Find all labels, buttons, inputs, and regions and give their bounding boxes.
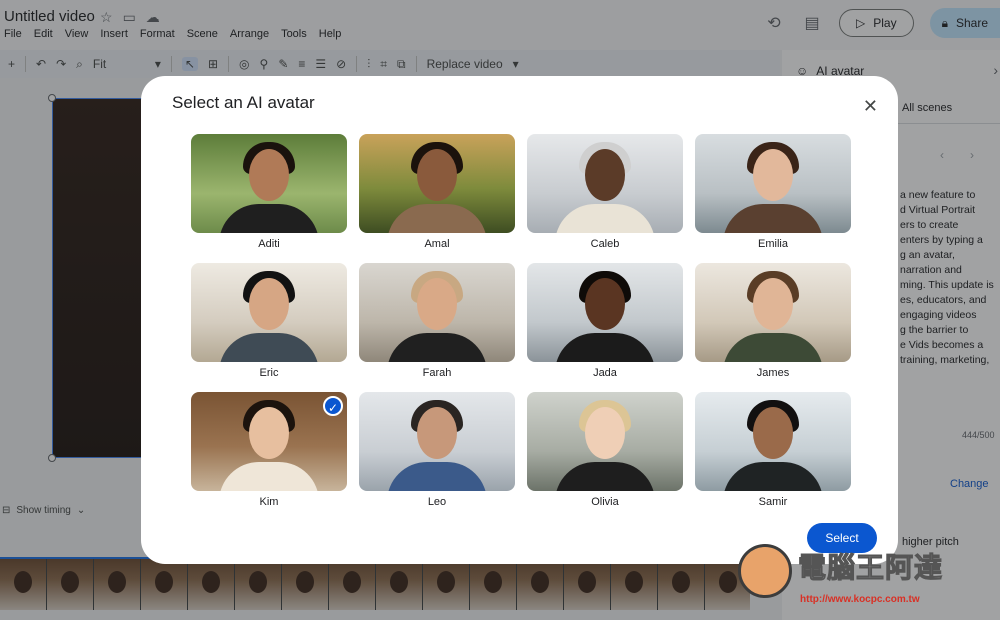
avatar-card-leo[interactable]: Leo — [359, 392, 515, 510]
vids-app: Untitled video ☆ ▭ ☁ File Edit View Inse… — [0, 0, 1000, 620]
avatar-card-amal[interactable]: Amal — [359, 134, 515, 252]
avatar-thumbnail — [191, 263, 347, 362]
avatar-name: Kim — [259, 496, 279, 508]
watermark-text: 電腦王阿達 — [797, 552, 944, 584]
avatar-card-emilia[interactable]: Emilia — [695, 134, 851, 252]
avatar-card-aditi[interactable]: Aditi — [191, 134, 347, 252]
avatar-name: Aditi — [258, 238, 280, 250]
avatar-thumbnail — [695, 134, 851, 233]
avatar-name: Samir — [758, 496, 788, 508]
checkmark-icon: ✓ — [323, 396, 343, 416]
avatar-name: Amal — [424, 238, 450, 250]
avatar-thumbnail — [359, 134, 515, 233]
mascot-logo-icon — [738, 544, 792, 598]
close-icon[interactable]: ✕ — [863, 96, 878, 117]
watermark: 電腦王阿達 http://www.kocpc.com.tw — [730, 540, 998, 618]
avatar-thumbnail — [359, 263, 515, 362]
avatar-name: Olivia — [591, 496, 619, 508]
avatar-thumbnail — [527, 134, 683, 233]
avatar-name: Jada — [593, 367, 617, 379]
avatar-card-caleb[interactable]: Caleb — [527, 134, 683, 252]
avatar-card-samir[interactable]: Samir — [695, 392, 851, 510]
avatar-card-jada[interactable]: Jada — [527, 263, 683, 381]
avatar-thumbnail — [695, 392, 851, 491]
watermark-url: http://www.kocpc.com.tw — [800, 594, 920, 605]
avatar-card-farah[interactable]: Farah — [359, 263, 515, 381]
avatar-name: Caleb — [590, 238, 620, 250]
avatar-name: Farah — [422, 367, 452, 379]
avatar-card-james[interactable]: James — [695, 263, 851, 381]
avatar-dialog: Select an AI avatar ✕ Aditi Amal Caleb E… — [141, 76, 898, 564]
avatar-card-olivia[interactable]: Olivia — [527, 392, 683, 510]
avatar-card-kim[interactable]: ✓ Kim — [191, 392, 347, 510]
avatar-thumbnail — [191, 134, 347, 233]
avatar-thumbnail — [527, 392, 683, 491]
avatar-card-eric[interactable]: Eric — [191, 263, 347, 381]
dialog-title: Select an AI avatar — [172, 93, 315, 112]
avatar-thumbnail — [527, 263, 683, 362]
avatar-name: Leo — [427, 496, 447, 508]
avatar-thumbnail — [695, 263, 851, 362]
avatar-thumbnail — [359, 392, 515, 491]
avatar-name: Eric — [259, 367, 279, 379]
avatar-name: James — [756, 367, 790, 379]
avatar-name: Emilia — [758, 238, 788, 250]
